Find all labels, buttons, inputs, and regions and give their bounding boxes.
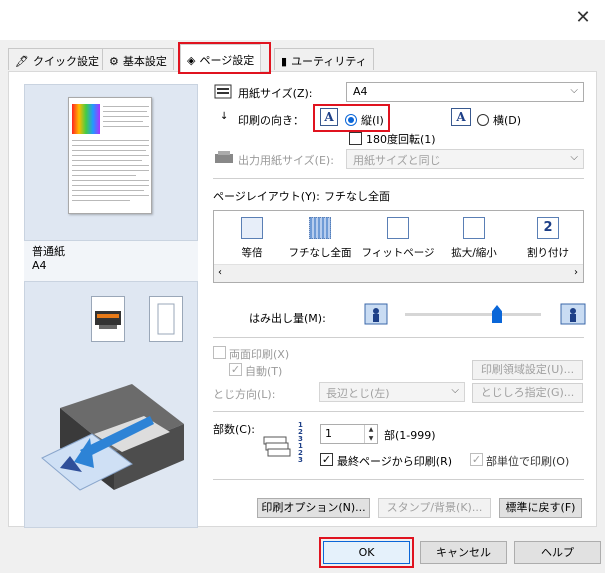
tab-utility[interactable]: ▮ ユーティリティ: [274, 48, 374, 70]
quick-setup-icon: 🖋: [15, 54, 29, 68]
normal-size-icon: [241, 217, 263, 239]
layout-value: フチなし全面: [324, 190, 390, 203]
page-layout-2-icon: 2: [537, 217, 559, 239]
printer-icon: [95, 311, 121, 329]
cancel-button[interactable]: キャンセル: [420, 541, 507, 564]
page-setup-icon: ◈: [187, 53, 196, 67]
extension-min-icon: [364, 303, 388, 325]
landscape-radio[interactable]: [477, 114, 489, 126]
close-icon[interactable]: ✕: [573, 8, 593, 28]
scaled-icon: [463, 217, 485, 239]
portrait-icon: A: [320, 108, 338, 126]
duplex-checkbox[interactable]: [213, 346, 226, 359]
copies-input[interactable]: 1 ▲ ▼: [320, 424, 378, 444]
tab-page-setup[interactable]: ◈ ページ設定: [180, 44, 262, 72]
portrait-radio[interactable]: [345, 114, 357, 126]
layout-scrollbar[interactable]: ‹ ›: [214, 264, 583, 282]
divider: [213, 479, 584, 480]
copies-range: 部(1-999): [384, 429, 436, 442]
auto-duplex-label: 自動(T): [245, 365, 283, 378]
collate-order-icon: 123123: [298, 421, 303, 464]
paper-size-icon: [214, 84, 232, 99]
layout-scaled[interactable]: 拡大/縮小: [436, 217, 512, 260]
layout-borderless[interactable]: フチなし全面: [282, 217, 358, 260]
media-info: 普通紙 A4: [24, 240, 198, 282]
tab-label: 基本設定: [122, 55, 167, 68]
media-type-text: 普通紙: [32, 245, 65, 258]
divider: [213, 178, 584, 179]
collate-label: 部単位で印刷(O): [486, 455, 570, 468]
duplex-label: 両面印刷(X): [229, 348, 290, 361]
copies-value: 1: [325, 427, 332, 440]
print-area-setup-button[interactable]: 印刷領域設定(U)...: [472, 360, 583, 380]
chevron-right-icon[interactable]: ›: [574, 267, 578, 278]
chevron-down-icon: ⌵: [570, 152, 578, 163]
paper-size-value: A4: [353, 85, 368, 98]
rotate-180-label: 180度回転(1): [366, 133, 436, 146]
output-size-label: 出力用紙サイズ(E):: [238, 154, 334, 167]
ok-button[interactable]: OK: [323, 541, 410, 564]
copies-stepper[interactable]: ▲ ▼: [364, 425, 377, 443]
rotate-180-checkbox[interactable]: [349, 132, 362, 145]
print-from-last-page-label: 最終ページから印刷(R): [337, 455, 453, 468]
main-settings-icon: ⚙: [109, 54, 119, 68]
preview-image: [72, 104, 100, 134]
copies-label: 部数(C):: [213, 423, 255, 436]
extension-label: はみ出し量(M):: [249, 312, 326, 325]
paper-source-sheet-button[interactable]: [149, 296, 183, 342]
orientation-label: 印刷の向き：: [238, 114, 304, 127]
tab-quick-setup[interactable]: 🖋 クイック設定: [8, 48, 106, 70]
chevron-left-icon[interactable]: ‹: [218, 267, 222, 278]
page-preview: [68, 97, 152, 214]
divider: [213, 337, 584, 338]
extension-slider-track[interactable]: [405, 313, 541, 316]
auto-duplex-checkbox[interactable]: ✓: [229, 363, 242, 376]
layout-fit-to-page[interactable]: フィットページ: [360, 217, 436, 260]
tab-label: クイック設定: [32, 55, 99, 68]
output-size-value: 用紙サイズと同じ: [353, 154, 441, 167]
binding-select[interactable]: 長辺とじ(左) ⌵: [319, 382, 465, 402]
layout-page-layout[interactable]: 2 割り付け: [510, 217, 586, 260]
chevron-down-icon: ⌵: [451, 385, 459, 396]
divider: [213, 411, 584, 412]
output-size-select[interactable]: 用紙サイズと同じ ⌵: [346, 149, 584, 169]
portrait-label: 縦(I): [361, 114, 384, 127]
stamp-background-button[interactable]: スタンプ/背景(K)...: [378, 498, 491, 518]
landscape-icon: A: [451, 108, 471, 126]
defaults-button[interactable]: 標準に戻す(F): [499, 498, 582, 518]
print-from-last-page-checkbox[interactable]: ✓: [320, 453, 333, 466]
tab-label: ページ設定: [199, 54, 255, 67]
paper-size-select[interactable]: A4 ⌵: [346, 82, 584, 102]
printer-icon: [215, 151, 233, 163]
margin-button[interactable]: とじしろ指定(G)...: [472, 383, 583, 403]
fit-to-page-icon: [387, 217, 409, 239]
tab-main[interactable]: ⚙ 基本設定: [102, 48, 174, 70]
borderless-icon: [309, 217, 331, 239]
print-options-button[interactable]: 印刷オプション(N)...: [257, 498, 370, 518]
chevron-down-icon: ⌵: [570, 85, 578, 96]
title-bar: ✕: [0, 0, 605, 40]
binding-value: 長辺とじ(左): [326, 387, 390, 400]
layout-normal[interactable]: 等倍: [214, 217, 290, 260]
paper-size-label: 用紙サイズ(Z):: [238, 87, 313, 100]
landscape-label: 横(D): [493, 114, 522, 127]
layout-label: ページレイアウト(Y):: [213, 190, 320, 203]
help-button[interactable]: ヘルプ: [514, 541, 601, 564]
utility-icon: ▮: [281, 54, 288, 68]
collate-checkbox[interactable]: ✓: [470, 453, 483, 466]
paper-source-printer-button[interactable]: [91, 296, 125, 342]
printer-illustration: [41, 384, 184, 491]
paper-sheet-icon: [157, 303, 175, 335]
paper-size-text: A4: [32, 259, 47, 272]
copies-stack-icon: [263, 436, 291, 457]
arrow-down-icon: ↓: [220, 111, 229, 122]
extension-max-icon: [560, 303, 586, 325]
tab-label: ユーティリティ: [291, 55, 367, 68]
binding-label: とじ方向(L):: [213, 388, 276, 401]
